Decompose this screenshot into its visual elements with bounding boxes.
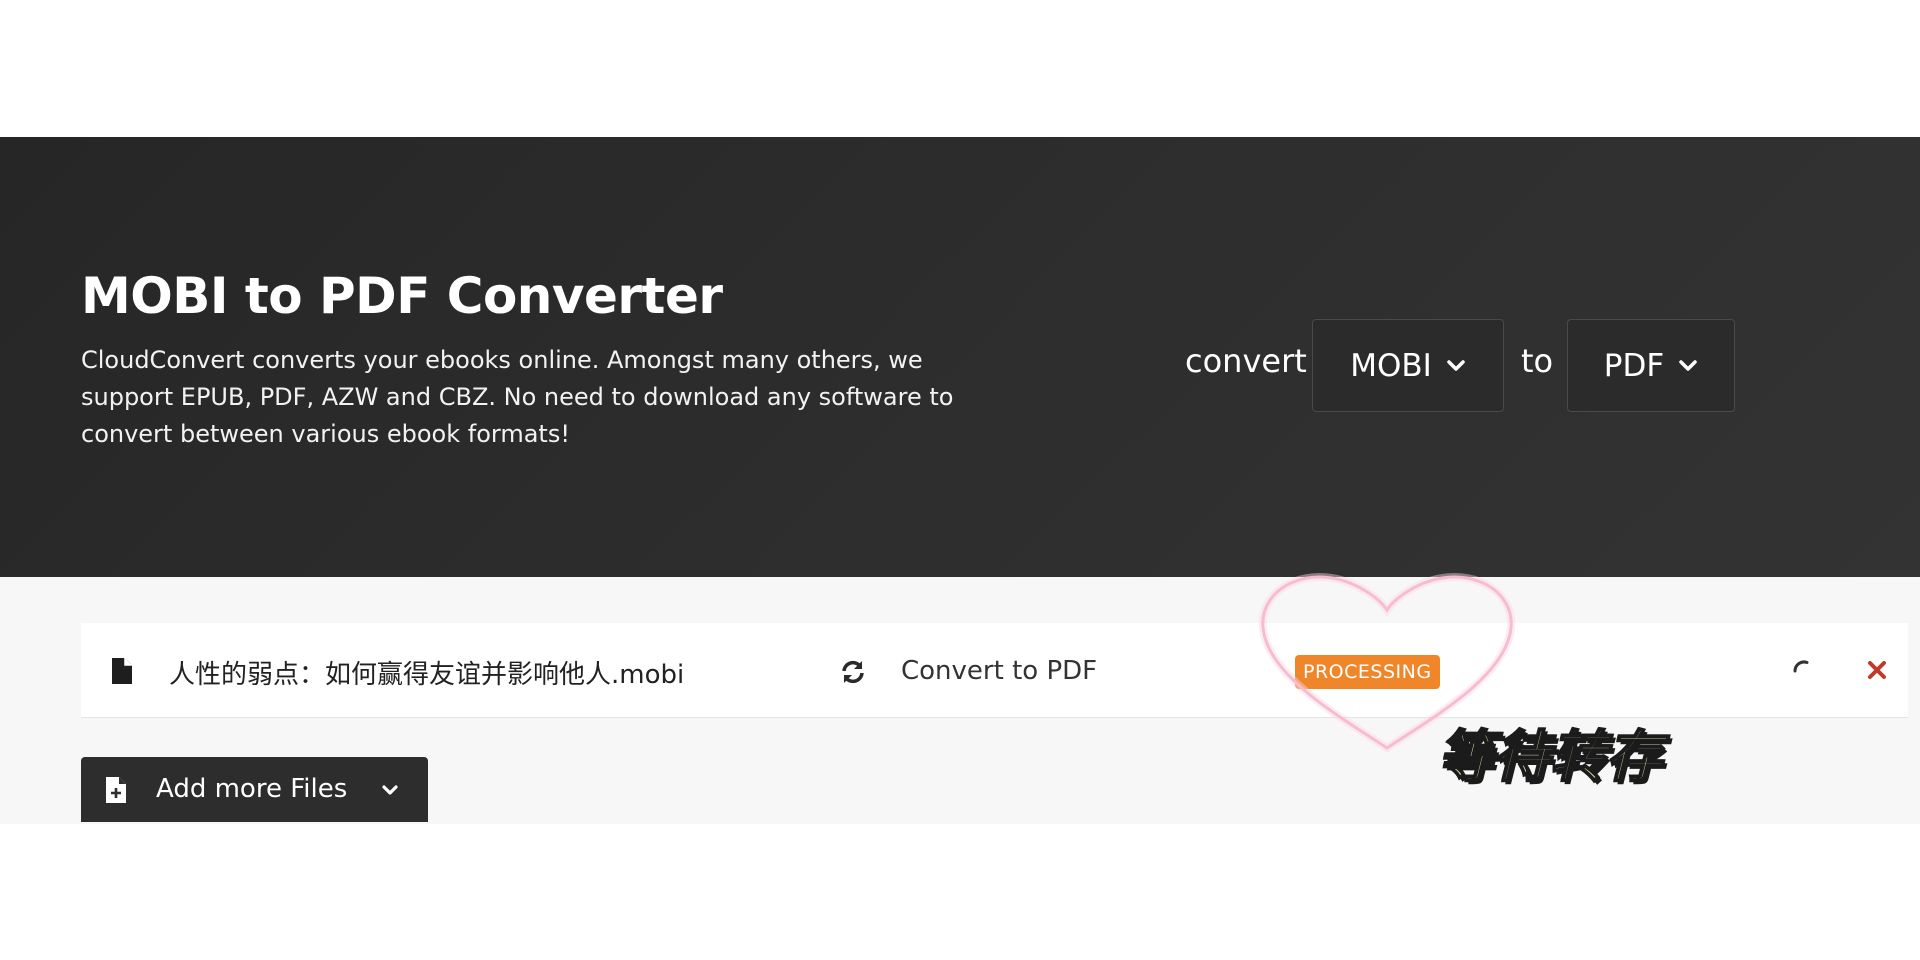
sync-icon (842, 660, 864, 684)
add-more-files-button[interactable]: Add more Files (81, 757, 428, 822)
to-format-select[interactable]: PDF (1567, 319, 1735, 412)
convert-target-label[interactable]: Convert to PDF (901, 656, 1097, 686)
page-description: CloudConvert converts your ebooks online… (81, 346, 954, 448)
add-more-files-label: Add more Files (156, 774, 348, 804)
file-row: 人性的弱点：如何赢得友谊并影响他人.mobi Convert to PDF PR… (81, 623, 1908, 718)
file-icon (112, 658, 132, 684)
chevron-down-icon[interactable] (381, 781, 399, 799)
page-title: MOBI to PDF Converter (81, 267, 723, 325)
chevron-down-icon (1447, 359, 1465, 371)
file-plus-icon (106, 777, 126, 803)
overlay-caption: 等待转存 (1437, 724, 1663, 791)
file-name: 人性的弱点：如何赢得友谊并影响他人.mobi (169, 660, 685, 690)
close-icon[interactable] (1866, 659, 1888, 681)
spinner-icon (1793, 660, 1809, 673)
from-format-select[interactable]: MOBI (1312, 319, 1504, 412)
convert-label: convert (1185, 342, 1307, 380)
from-format-value: MOBI (1350, 347, 1432, 384)
top-blank-area (0, 0, 1920, 137)
to-format-value: PDF (1603, 347, 1665, 384)
to-label: to (1521, 342, 1554, 380)
chevron-down-icon (1679, 359, 1697, 371)
hero-banner: MOBI to PDF Converter CloudConvert conve… (0, 137, 1920, 577)
